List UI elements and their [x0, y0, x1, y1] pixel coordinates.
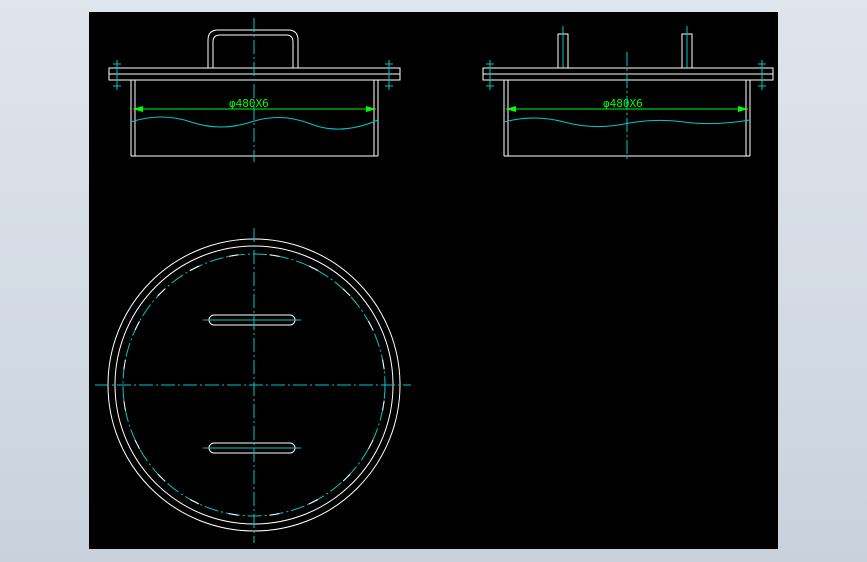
plan-bolt-tick: [157, 288, 166, 297]
front-view: φ480X6: [108, 18, 401, 162]
drawing-svg: φ480X6 φ480X6: [95, 18, 774, 543]
plan-bolt-tick: [134, 439, 140, 450]
plan-bolt-tick: [308, 265, 319, 271]
plan-bolt-tick: [308, 499, 319, 505]
side-view: φ480X6: [482, 26, 774, 162]
plan-bolt-tick: [368, 439, 374, 450]
plan-bolt-tick: [157, 473, 166, 482]
plan-bolt-tick: [368, 320, 374, 331]
plan-view: [95, 228, 411, 543]
front-handle-inner: [212, 34, 294, 68]
side-dimension-label: φ480X6: [603, 97, 643, 110]
plan-bolt-tick: [189, 265, 200, 271]
plan-bolt-tick: [342, 288, 351, 297]
plan-bolt-tick: [189, 499, 200, 505]
cad-drawing-canvas[interactable]: φ480X6 φ480X6: [89, 12, 778, 549]
plan-bolt-tick: [123, 400, 126, 411]
front-dimension-label: φ480X6: [229, 97, 269, 110]
front-handle-outer: [207, 29, 299, 68]
plan-bolt-tick: [342, 473, 351, 482]
plan-bolt-tick: [134, 320, 140, 331]
